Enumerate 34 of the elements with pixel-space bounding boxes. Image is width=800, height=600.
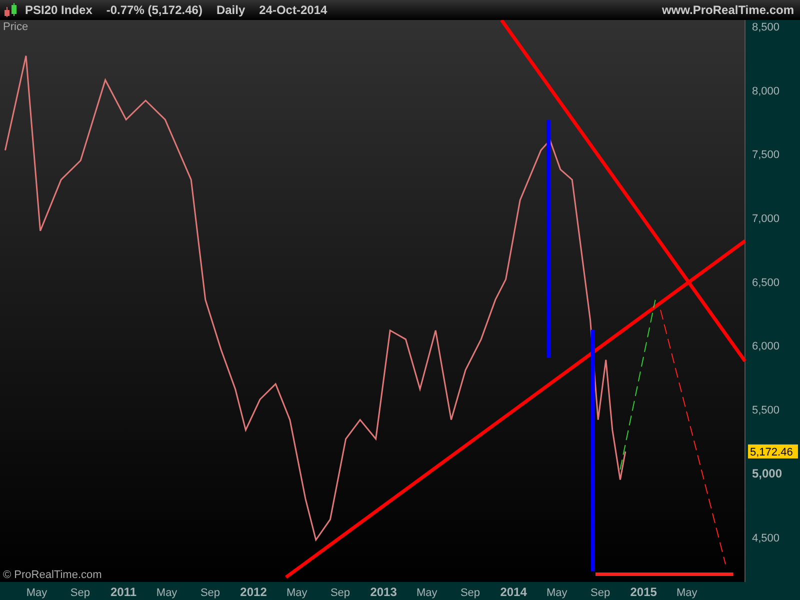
website-label: www.ProRealTime.com <box>662 3 794 17</box>
date-tick-label: 2011 <box>110 585 137 599</box>
date-tick-label: 2013 <box>370 585 397 599</box>
price-tick-label: 5,500 <box>752 404 780 417</box>
date-tick-label: May <box>546 587 568 599</box>
date-tick-label: May <box>156 587 178 599</box>
price-change: -0.77% (5,172.46) <box>106 3 202 17</box>
price-tick-label: 8,000 <box>752 85 780 98</box>
date-tick-label: 2012 <box>240 585 267 599</box>
price-tick-label: 8,500 <box>752 21 780 34</box>
instrument-name: PSI20 Index <box>25 3 92 17</box>
date-tick-label: Sep <box>590 587 610 599</box>
price-tick-label: 7,500 <box>752 149 780 162</box>
date-tick-label: 2014 <box>500 585 527 599</box>
price-tick-label: 6,500 <box>752 276 780 289</box>
price-tick-label: 7,000 <box>752 212 780 225</box>
date-tick-label: May <box>676 587 698 599</box>
copyright-label: © ProRealTime.com <box>3 569 102 581</box>
interval-label: Daily <box>216 3 246 17</box>
panel-label: Price <box>3 21 28 33</box>
date-tick-label: 2015 <box>630 585 657 599</box>
date-tick-label: Sep <box>460 587 480 599</box>
price-tick-label: 4,500 <box>752 532 780 544</box>
date-tick-label: Sep <box>330 587 350 599</box>
price-tick-label: 5,000 <box>752 466 782 480</box>
date-tick-label: Sep <box>200 587 220 599</box>
date-tick-label: May <box>416 587 438 599</box>
candlestick-icon <box>3 2 19 18</box>
date-tick-label: May <box>286 587 308 599</box>
last-price-badge: 5,172.46 <box>748 444 798 458</box>
date-label: 24-Oct-2014 <box>259 3 328 17</box>
date-tick-label: May <box>26 587 48 599</box>
date-tick-label: Sep <box>70 587 90 599</box>
price-tick-label: 6,000 <box>752 340 780 353</box>
